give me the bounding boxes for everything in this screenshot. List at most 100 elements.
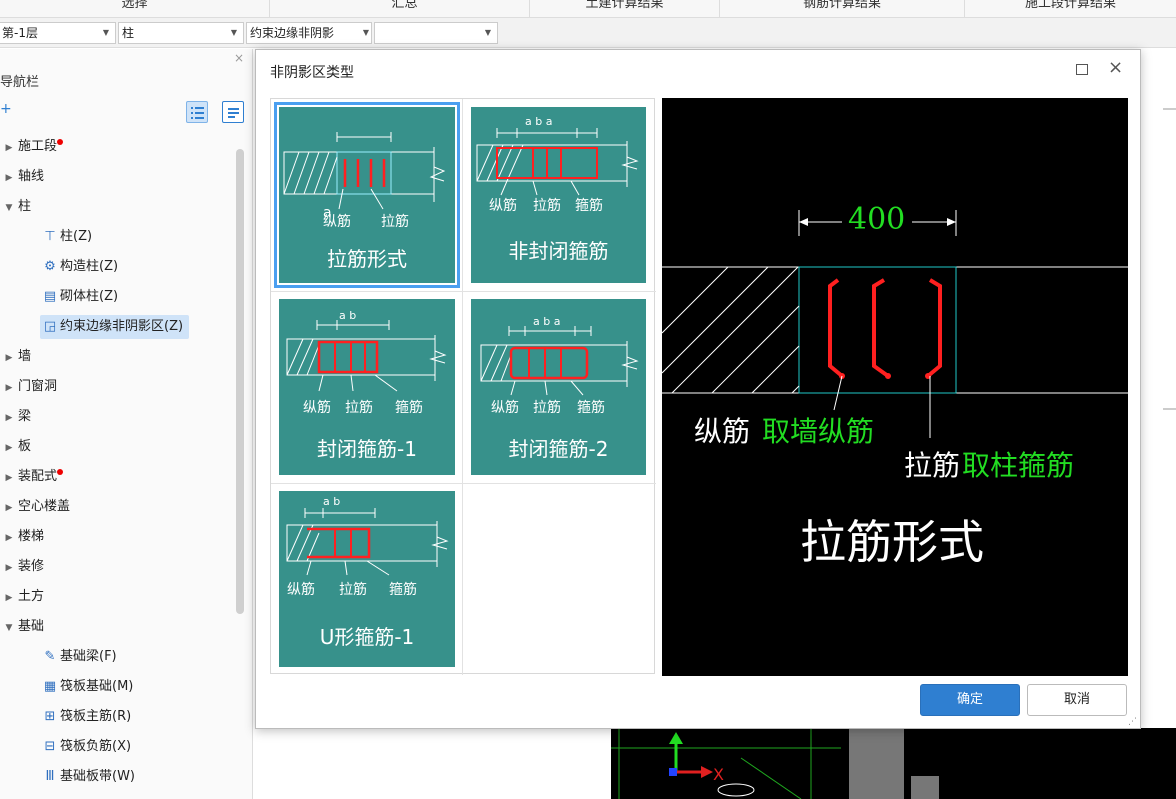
chevron-right-icon[interactable]: ▶ [0,586,18,610]
nav-item-label: 施工段 [18,139,58,154]
category-select-value: 柱 [122,26,135,40]
foundation-strip-icon: Ⅲ [45,769,55,784]
chevron-right-icon[interactable]: ▶ [0,346,18,370]
nav-item[interactable]: ▤ 砌体柱(Z) [40,285,118,309]
canvas-viewport[interactable]: X [611,728,1176,799]
nav-title: 导航栏 [0,75,40,90]
column-icon: ⊤ [44,229,56,244]
nav-item[interactable]: ⊟ 筏板负筋(X) [40,735,132,759]
floor-select-value: 第-1层 [2,26,38,40]
nav-item-label: 构造柱(Z) [60,259,119,274]
tab-segment-results[interactable]: 施工段计算结果 [965,0,1176,17]
list-view-icon[interactable] [186,101,208,123]
nav-item[interactable]: ▶ 装配式 [0,465,64,490]
type-tile-closed-stirrup-2[interactable]: a b a 纵筋 拉筋 箍筋 封闭箍筋-2 [471,299,646,475]
chevron-right-icon[interactable]: ▶ [0,526,18,550]
type-grid: a 纵筋 拉筋 拉筋形式 a b a 纵筋 拉筋 箍筋 非封闭箍筋 a b 纵筋… [270,98,656,675]
nav-item-label: 梁 [18,409,32,424]
nav-item-label: 基础 [18,619,45,634]
resize-grip-icon[interactable]: ⋰ [1128,717,1137,727]
tile-u-stirrup-1-dim: a b [323,495,341,508]
chevron-right-icon[interactable]: ▶ [0,166,18,190]
tab-civil-results[interactable]: 土建计算结果 [530,0,720,17]
selector-row: 第-1层 ▼ 柱 ▼ 约束边缘非阴影 ▼ ▼ [0,18,1176,48]
add-icon[interactable]: + [0,101,12,117]
tile-closed-stirrup-2-label-2: 拉筋 [533,400,561,416]
tab-select[interactable]: 选择 [0,0,270,17]
nav-item[interactable]: ▶ 土方 [0,585,44,609]
chevron-right-icon[interactable]: ▶ [0,466,18,490]
chevron-down-icon[interactable]: ▼ [0,196,18,220]
tile-closed-stirrup-1-label-1: 纵筋 [303,400,331,416]
nav-scrollbar[interactable] [236,149,244,614]
nav-item[interactable]: ✎ 基础梁(F) [40,645,117,669]
masonry-column-icon: ▤ [43,289,57,304]
nav-item-label: 约束边缘非阴影区(Z) [60,319,184,334]
nav-item-label: 板 [18,439,32,454]
preview-tie-value: 取柱箍筋 [962,449,1075,482]
ok-button[interactable]: 确定 [920,684,1020,716]
nav-item[interactable]: ▶ 装修 [0,555,44,579]
nav-item[interactable]: ▼ 基础 [0,615,44,639]
nav-item[interactable]: ▶ 施工段 [0,135,64,160]
chevron-right-icon[interactable]: ▶ [0,376,18,400]
type-select[interactable]: 约束边缘非阴影 ▼ [246,22,372,44]
nav-item[interactable]: ▶ 空心楼盖 [0,495,70,519]
type-tile-open-stirrup[interactable]: a b a 纵筋 拉筋 箍筋 非封闭箍筋 [471,107,646,283]
floor-select[interactable]: 第-1层 ▼ [0,22,116,44]
nav-item[interactable]: ▦ 筏板基础(M) [40,675,134,699]
notification-dot [57,139,64,145]
chevron-right-icon[interactable]: ▶ [0,136,18,160]
type-tile-closed-stirrup-1[interactable]: a b 纵筋 拉筋 箍筋 封闭箍筋-1 [279,299,455,475]
nav-item-label: 筏板主筋(R) [60,709,132,724]
nav-item-label: 柱 [18,199,32,214]
nav-item-label: 装配式 [18,469,58,484]
type-tile-tie[interactable]: a 纵筋 拉筋 拉筋形式 [274,102,460,288]
nav-item[interactable]: ⚙ 构造柱(Z) [40,255,118,279]
close-icon[interactable]: × [1108,58,1123,78]
chevron-right-icon[interactable]: ▶ [0,406,18,430]
nav-item[interactable]: ▶ 楼梯 [0,525,44,549]
nav-item[interactable]: ▶ 板 [0,435,31,459]
nav-item[interactable]: ▶ 梁 [0,405,31,429]
raft-negative-rebar-icon: ⊟ [44,739,56,754]
notification-dot [57,469,64,475]
chevron-down-icon[interactable]: ▼ [0,616,18,640]
chevron-down-icon: ▼ [362,28,369,37]
tile-open-stirrup-label-3: 箍筋 [575,198,603,214]
nav-item[interactable]: Ⅲ 基础板带(W) [40,765,135,789]
non-shadow-zone-type-dialog: 非阴影区类型 × a 纵筋 拉筋 拉筋形式 a b a 纵筋 拉筋 箍筋 非封闭… [255,49,1141,729]
tile-open-stirrup-label-2: 拉筋 [533,198,561,214]
detail-view-icon[interactable] [222,101,244,123]
nav-item-label: 筏板负筋(X) [60,739,132,754]
tile-closed-stirrup-1-label-2: 拉筋 [345,400,373,416]
close-icon[interactable]: × [234,51,244,65]
category-select[interactable]: 柱 ▼ [118,22,244,44]
nav-item-label: 柱(Z) [60,229,93,244]
nav-item-label: 墙 [18,349,32,364]
cancel-button[interactable]: 取消 [1027,684,1127,716]
nav-item[interactable]: ▶ 门窗洞 [0,375,57,399]
tab-summary[interactable]: 汇总 [280,0,530,17]
chevron-right-icon[interactable]: ▶ [0,556,18,580]
tile-open-stirrup-dim: a b a [525,115,553,128]
tile-closed-stirrup-1-dim: a b [339,309,357,322]
preview-diagram [662,210,1128,438]
nav-item-label: 轴线 [18,169,45,184]
tab-rebar-results[interactable]: 钢筋计算结果 [720,0,965,17]
tile-tie-label-2: 拉筋 [381,214,409,230]
nav-item[interactable]: ▼ 柱 [0,195,31,219]
nav-item[interactable]: ◲ 约束边缘非阴影区(Z) [40,315,190,339]
extra-select[interactable]: ▼ [374,22,498,44]
tile-closed-stirrup-2-label-3: 箍筋 [577,400,605,416]
chevron-right-icon[interactable]: ▶ [0,496,18,520]
nav-item[interactable]: ▶ 墙 [0,345,31,369]
nav-item[interactable]: ▶ 轴线 [0,165,44,189]
maximize-icon[interactable] [1076,64,1088,75]
type-tile-u-stirrup-1[interactable]: a b 纵筋 拉筋 箍筋 U形箍筋-1 [279,491,455,667]
nav-item[interactable]: ⊞ 筏板主筋(R) [40,705,132,729]
tile-open-stirrup-label-1: 纵筋 [489,198,517,214]
chevron-right-icon[interactable]: ▶ [0,436,18,460]
type-select-value: 约束边缘非阴影 [250,26,335,40]
nav-item[interactable]: ⊤ 柱(Z) [40,225,92,249]
